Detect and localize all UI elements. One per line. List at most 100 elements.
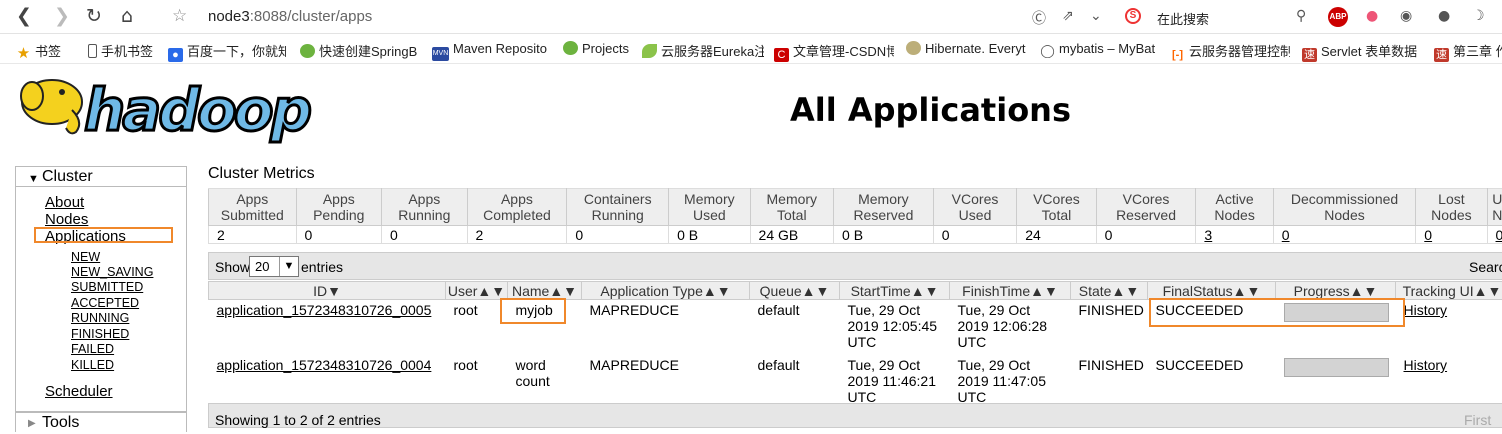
bookmark-item[interactable]: 速第三章 作	[1434, 41, 1502, 62]
metric-link[interactable]: 0	[1496, 227, 1502, 243]
sidebar-state-killed[interactable]: KILLED	[71, 358, 114, 372]
cell-text: FINISHED	[1079, 302, 1144, 318]
column-header[interactable]: Queue▲▼	[750, 282, 840, 300]
dropdown-icon[interactable]: ⌄	[1090, 8, 1102, 24]
browser-toolbar: ❮ ❯ ↻ ⌂ ☆ node3:8088/cluster/apps Ⓒ ⇗ ⌄ …	[0, 0, 1502, 34]
bookmark-item[interactable]: Projects	[563, 41, 629, 56]
metric-link[interactable]: 3	[1204, 227, 1212, 243]
metric-header: AppsCompleted	[467, 189, 567, 226]
tracking-ui-link[interactable]: History	[1404, 357, 1448, 373]
bookmark-item[interactable]: C文章管理-CSDN博	[774, 41, 894, 62]
sidebar-state-running[interactable]: RUNNING	[71, 311, 129, 325]
bookmark-item[interactable]: [-]云服务器管理控制	[1170, 41, 1290, 62]
metric-header-line: Apps	[236, 191, 268, 207]
metric-value: 0	[1487, 226, 1502, 244]
table-row: application_1572348310726_0004rootword c…	[209, 355, 1502, 410]
bookmark-item[interactable]: Hibernate. Everyt	[906, 41, 1028, 56]
spring-icon	[300, 44, 315, 58]
sort-icon: ▲▼	[1111, 283, 1139, 299]
cell-text: root	[454, 357, 478, 373]
column-header-label: ID	[313, 283, 327, 299]
column-header[interactable]: ID▼	[209, 282, 446, 300]
sidebar-link-nodes[interactable]: Nodes	[45, 211, 88, 228]
bookmark-item[interactable]: ★书签	[16, 41, 61, 61]
search-engine-icon[interactable]: S	[1125, 8, 1141, 24]
progress-bar	[1284, 358, 1389, 377]
sidebar-state-finished[interactable]: FINISHED	[71, 327, 129, 341]
cell-progress	[1276, 355, 1396, 410]
metric-header: MemoryUsed	[669, 189, 750, 226]
speed-icon: 速	[1302, 48, 1317, 62]
weibo-icon[interactable]: ◉	[1400, 8, 1412, 24]
bookmark-item[interactable]: MVNMaven Reposito	[432, 41, 552, 61]
address-bar[interactable]: node3:8088/cluster/apps	[208, 8, 372, 25]
metric-header-line: Total	[777, 207, 807, 223]
bookmark-item[interactable]: ◯mybatis – MyBat	[1040, 41, 1160, 58]
metric-header-line: Nodes	[1431, 207, 1471, 223]
bookmark-item[interactable]: 速Servlet 表单数据	[1302, 41, 1422, 62]
cell-start: Tue, 29 Oct 2019 11:46:21 UTC	[840, 355, 950, 410]
cell-tracking: History	[1396, 355, 1502, 410]
column-header-label: Name	[512, 283, 549, 299]
search-icon[interactable]: ⚲	[1296, 8, 1306, 24]
first-page-button[interactable]: First	[1464, 412, 1491, 428]
metric-value-text: 0	[942, 227, 950, 243]
home-icon[interactable]: ⌂	[121, 6, 133, 26]
bookmarks-bar: ★书签 手机书签 ●百度一下，你就知 快速创建SpringB MVNMaven …	[0, 35, 1502, 64]
cell-state: FINISHED	[1071, 300, 1148, 356]
page-size-select[interactable]: 20▼	[249, 256, 299, 277]
ie-mode-icon[interactable]: Ⓒ	[1032, 8, 1046, 28]
column-header[interactable]: FinishTime▲▼	[950, 282, 1071, 300]
search-box[interactable]: 在此搜索	[1157, 9, 1209, 28]
application-id-link[interactable]: application_1572348310726_0004	[217, 357, 432, 373]
column-header-label: FinishTime	[962, 283, 1030, 299]
application-id-link[interactable]: application_1572348310726_0005	[217, 302, 432, 318]
baidu-icon: ●	[168, 48, 183, 62]
aliyun-icon: [-]	[1170, 48, 1185, 62]
gamepad-icon[interactable]: ●	[1366, 8, 1378, 24]
back-icon[interactable]: ❮	[16, 6, 32, 26]
metric-link[interactable]: 0	[1424, 227, 1432, 243]
night-mode-icon[interactable]: ☽	[1472, 8, 1485, 24]
reload-icon[interactable]: ↻	[86, 6, 102, 26]
bookmark-item[interactable]: 手机书签	[88, 41, 153, 60]
sidebar-state-new-saving[interactable]: NEW_SAVING	[71, 265, 153, 279]
metric-header-line: Pending	[313, 207, 364, 223]
tools-section-header[interactable]: ▶Tools	[15, 412, 187, 432]
bulb-icon[interactable]: ●	[1438, 8, 1450, 24]
column-header[interactable]: StartTime▲▼	[840, 282, 950, 300]
metric-link[interactable]: 0	[1282, 227, 1290, 243]
bookmark-item[interactable]: 云服务器Eureka注	[642, 41, 764, 60]
column-header[interactable]: Progress▲▼	[1276, 282, 1396, 300]
tracking-ui-link[interactable]: History	[1404, 302, 1448, 318]
column-header[interactable]: Application Type▲▼	[582, 282, 750, 300]
adblock-icon[interactable]: ABP	[1328, 7, 1348, 27]
sidebar-state-accepted[interactable]: ACCEPTED	[71, 296, 139, 310]
sidebar-link-scheduler[interactable]: Scheduler	[45, 383, 113, 400]
hibernate-icon	[906, 41, 921, 55]
metric-header-line: Used	[959, 207, 992, 223]
sidebar-state-submitted[interactable]: SUBMITTED	[71, 280, 143, 294]
forward-icon[interactable]: ❯	[54, 6, 70, 26]
column-header[interactable]: User▲▼	[446, 282, 508, 300]
column-header[interactable]: Name▲▼	[508, 282, 582, 300]
column-header[interactable]: FinalStatus▲▼	[1148, 282, 1276, 300]
metric-value-text: 0	[305, 227, 313, 243]
metric-value: 0	[296, 226, 382, 244]
column-header[interactable]: Tracking UI▲▼	[1396, 282, 1502, 300]
chevron-down-icon: ▼	[279, 257, 298, 276]
cell-text: Tue, 29 Oct 2019 11:46:21 UTC	[848, 357, 937, 405]
bookmark-item[interactable]: 快速创建SpringB	[300, 41, 420, 60]
sidebar-state-failed[interactable]: FAILED	[71, 342, 114, 356]
star-icon[interactable]: ☆	[172, 6, 187, 26]
share-icon[interactable]: ⇗	[1062, 8, 1074, 24]
cluster-section-header[interactable]: ▼Cluster	[16, 167, 186, 187]
column-header[interactable]: State▲▼	[1071, 282, 1148, 300]
sidebar-link-about[interactable]: About	[45, 194, 84, 211]
metric-header-line: Apps	[501, 191, 533, 207]
bookmark-item[interactable]: ●百度一下，你就知	[168, 41, 286, 62]
table-footer: Showing 1 to 2 of 2 entries First	[208, 403, 1502, 428]
metric-value: 0 B	[834, 226, 934, 244]
sort-icon: ▲▼	[802, 283, 830, 299]
sidebar-state-new[interactable]: NEW	[71, 250, 100, 264]
